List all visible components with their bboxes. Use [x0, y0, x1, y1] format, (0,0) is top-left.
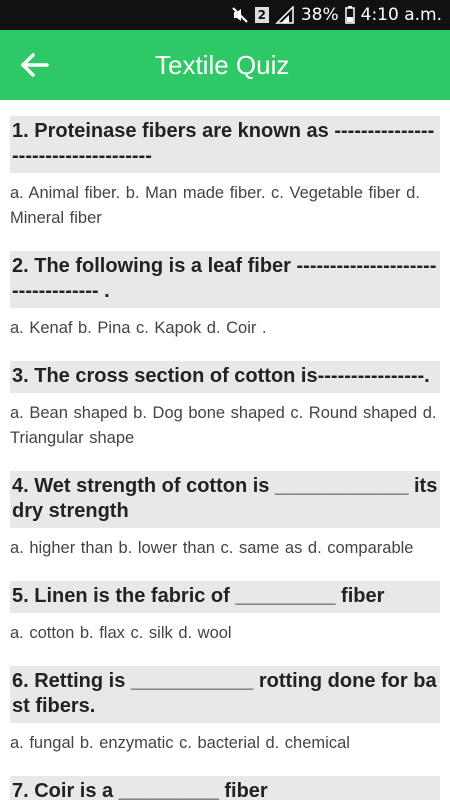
- status-bar: 2 38% 4:10 a.m.: [0, 0, 450, 30]
- question-options: a. Animal fiber. b. Man made fiber. c. V…: [10, 184, 420, 227]
- question-text: 6. Retting is ___________ rotting done f…: [10, 666, 440, 723]
- question-options: a. fungal b. enzymatic c. bacterial d. c…: [10, 734, 350, 752]
- question-item: 7. Coir is a _________ fiber: [10, 776, 440, 800]
- question-options: a. higher than b. lower than c. same as …: [10, 539, 414, 557]
- question-text: 7. Coir is a _________ fiber: [10, 776, 440, 800]
- question-text: 4. Wet strength of cotton is ___________…: [10, 471, 440, 528]
- question-item: 3. The cross section of cotton is-------…: [10, 361, 440, 463]
- question-item: 1. Proteinase fibers are known as ------…: [10, 116, 440, 243]
- mute-icon: [231, 6, 249, 24]
- sim-icon: 2: [254, 7, 269, 23]
- signal-icon: [275, 6, 295, 24]
- question-text: 5. Linen is the fabric of _________ fibe…: [10, 581, 440, 613]
- battery-icon: [344, 6, 355, 24]
- question-item: 6. Retting is ___________ rotting done f…: [10, 666, 440, 768]
- question-item: 5. Linen is the fabric of _________ fibe…: [10, 581, 440, 658]
- question-text: 2. The following is a leaf fiber -------…: [10, 251, 440, 308]
- clock: 4:10 a.m.: [360, 5, 442, 25]
- question-options: a. Bean shaped b. Dog bone shaped c. Rou…: [10, 404, 437, 447]
- back-button[interactable]: [18, 49, 52, 81]
- question-options: a. Kenaf b. Pina c. Kapok d. Coir .: [10, 319, 267, 337]
- question-text: 3. The cross section of cotton is-------…: [10, 361, 440, 393]
- battery-level: 38%: [300, 5, 339, 25]
- arrow-left-icon: [21, 53, 49, 77]
- question-text: 1. Proteinase fibers are known as ------…: [10, 116, 440, 173]
- question-options: a. cotton b. flax c. silk d. wool: [10, 624, 232, 642]
- question-item: 4. Wet strength of cotton is ___________…: [10, 471, 440, 573]
- app-bar: Textile Quiz: [0, 30, 450, 100]
- question-item: 2. The following is a leaf fiber -------…: [10, 251, 440, 353]
- question-list: 1. Proteinase fibers are known as ------…: [0, 100, 450, 800]
- page-title: Textile Quiz: [155, 49, 290, 80]
